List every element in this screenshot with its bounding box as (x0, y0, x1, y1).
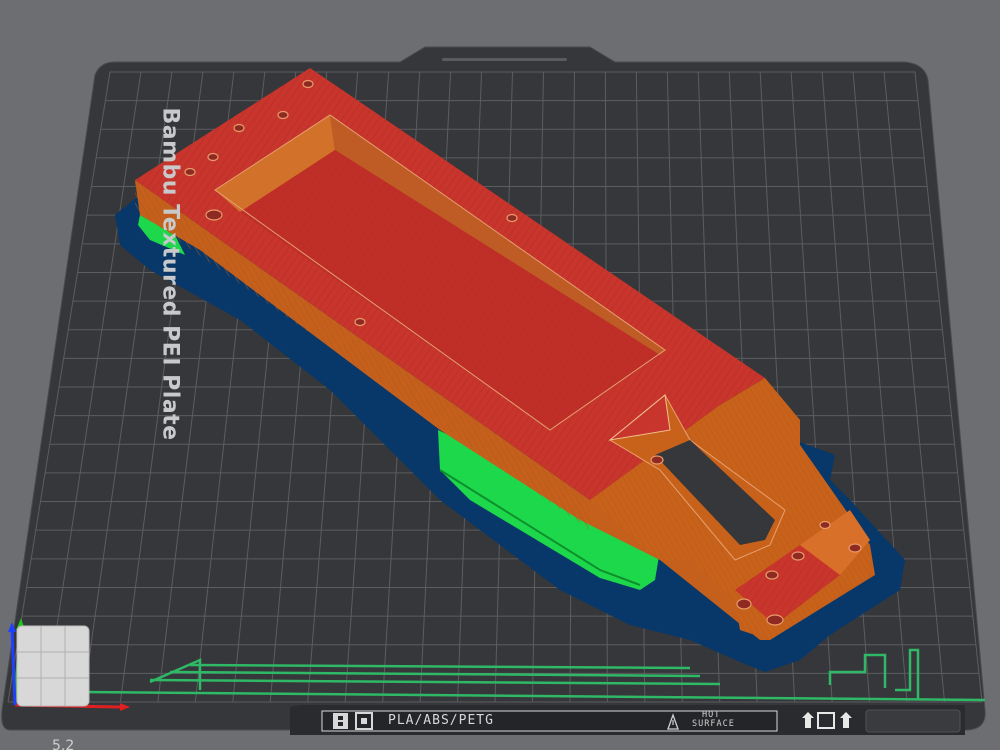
zoom-indicator: 5.2 (52, 738, 75, 750)
view-cube-icon[interactable] (16, 625, 90, 707)
hot-surface-label: HOT SURFACE (692, 711, 735, 729)
plate-type-label: Bambu Textured PEI Plate (157, 107, 183, 441)
build-plate-scene[interactable] (0, 0, 1000, 750)
plate-handle-slot (442, 58, 567, 61)
3d-viewport[interactable]: Bambu Textured PEI Plate PLA/ABS/PETG HO… (0, 0, 1000, 750)
hot-surface-line2: SURFACE (692, 719, 735, 729)
filament-types-label: PLA/ABS/PETG (388, 713, 494, 728)
